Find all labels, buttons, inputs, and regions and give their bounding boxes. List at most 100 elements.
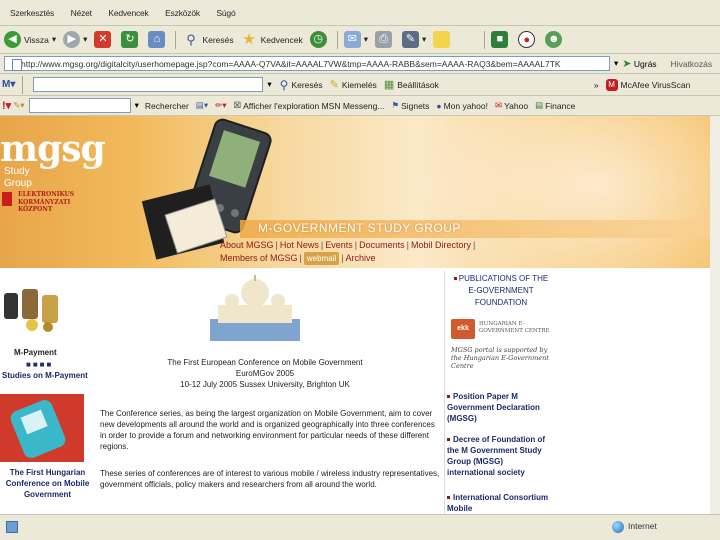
menu-edit[interactable]: Szerkesztés	[10, 8, 54, 18]
messenger-button[interactable]: ■	[491, 31, 511, 48]
mobile-payment-image[interactable]	[2, 287, 66, 333]
history-icon: ◷	[309, 31, 327, 48]
egov-support-note: MGSG portal is supported by the Hungaria…	[451, 346, 549, 370]
mail-button[interactable]: ✉ ▾	[343, 31, 368, 48]
discuss-button[interactable]	[433, 31, 453, 48]
back-button[interactable]: ◀ Vissza ▾	[4, 31, 56, 48]
first-hungarian-conference-link[interactable]: The First Hungarian Conference on Mobile…	[0, 467, 95, 500]
publications-heading[interactable]: PUBLICATIONS OF THE E-GOVERNMENT FOUNDAT…	[451, 273, 551, 309]
position-paper-item[interactable]: Position Paper M Government Declaration …	[447, 391, 551, 424]
menu-bar: Szerkesztés Nézet Kedvencek Eszközök Súg…	[0, 0, 720, 26]
print-button[interactable]: ⎙	[374, 31, 395, 48]
partner-logo-icon	[2, 192, 12, 206]
nav-link-hot-news[interactable]: Hot News	[280, 240, 319, 250]
conference-title[interactable]: The First European Conference on Mobile …	[150, 357, 380, 368]
fh-line2: Conference on Mobile	[5, 479, 90, 488]
back-label: Vissza	[24, 34, 49, 45]
pen-icon[interactable]: ✎▾	[13, 100, 24, 111]
conference-phone-image[interactable]	[0, 394, 84, 462]
decree-item[interactable]: Decree of Foundation of the M Government…	[447, 434, 551, 478]
nav-link-documents[interactable]: Documents	[359, 240, 405, 250]
favorites-button[interactable]: ★ Kedvencek	[241, 31, 303, 48]
mcafee-button[interactable]: M McAfee VirusScan	[605, 78, 691, 91]
menu-tools[interactable]: Eszközök	[165, 8, 200, 18]
search-icon: ⚲	[279, 77, 289, 92]
menu-view[interactable]: Nézet	[71, 8, 92, 18]
partner-line3: KÖZPONT	[18, 206, 53, 213]
stop-button[interactable]: ✕	[94, 31, 114, 48]
search-button[interactable]: ⚲ Keresés	[182, 31, 233, 48]
checkbox-icon: ☒	[233, 100, 242, 110]
finance-button[interactable]: ▤ Finance	[535, 100, 575, 111]
nav-divider: |	[299, 253, 302, 263]
address-dropdown-icon[interactable]: ▾	[614, 58, 618, 69]
bullet-icon	[453, 277, 457, 281]
status-bar: Internet	[0, 514, 720, 540]
home-button[interactable]: ⌂	[148, 31, 168, 48]
options-button[interactable]: ▦ Beállítások	[384, 78, 439, 91]
studies-m-payment-link[interactable]: Studies on M-Payment	[2, 371, 88, 380]
bookmarks-button[interactable]: ⚑ Signets	[391, 100, 429, 111]
nav-link-webmail[interactable]: webmail	[303, 252, 340, 265]
right-column: PUBLICATIONS OF THE E-GOVERNMENT FOUNDAT…	[444, 271, 554, 514]
users-icon: ☻	[545, 31, 563, 48]
history-button[interactable]: ◷	[309, 31, 330, 48]
media-button[interactable]: ●	[518, 31, 538, 48]
go-button[interactable]: ➤ Ugrás	[622, 57, 656, 70]
refresh-button[interactable]: ↻	[121, 31, 141, 48]
my-yahoo-label: Mon yahoo!	[443, 100, 488, 111]
yahoo-button[interactable]: ✉ Yahoo	[495, 100, 528, 111]
msn-search-button[interactable]: ⚲ Keresés	[280, 78, 323, 92]
yahoo-icon[interactable]: !▾	[2, 99, 11, 112]
fh-line3: Government	[23, 490, 72, 499]
layout-icon[interactable]: ▤▾	[196, 100, 208, 111]
my-yahoo-button[interactable]: ● Mon yahoo!	[436, 101, 488, 111]
search-icon: ⚲	[186, 32, 196, 47]
users-button[interactable]: ☻	[545, 31, 565, 48]
left-column: M-Payment ■■■■ Studies on M-Payment The …	[0, 271, 95, 514]
record-icon: ●	[518, 31, 536, 48]
nav-link-events[interactable]: Events	[325, 240, 353, 250]
rechercher-button[interactable]: Rechercher	[145, 101, 189, 111]
highlight-button[interactable]: ✎ Kiemelés	[330, 78, 377, 91]
links-label[interactable]: Hivatkozás	[671, 59, 713, 69]
bullet-icon	[447, 438, 450, 442]
site-logo[interactable]: mgsg	[0, 128, 106, 170]
search-dropdown-icon[interactable]: ▾	[135, 100, 139, 111]
m-payment-label[interactable]: M-Payment	[14, 348, 57, 357]
egov-centre-logo[interactable]: ekk	[451, 319, 475, 339]
nav-link-about[interactable]: About MGSG	[220, 240, 274, 250]
search-label: Keresés	[202, 34, 234, 45]
address-input[interactable]	[4, 56, 610, 71]
nav-link-members[interactable]: Members of MGSG	[220, 253, 298, 263]
mail-icon: ✉	[343, 31, 361, 48]
menu-favorites[interactable]: Kedvencek	[108, 8, 148, 18]
note-icon	[433, 31, 451, 48]
nav-link-mobil-directory[interactable]: Mobil Directory	[411, 240, 471, 250]
vertical-scrollbar[interactable]	[710, 116, 720, 514]
bookmark-icon: ⚑	[391, 100, 400, 110]
highlight-icon: ✎	[329, 79, 339, 91]
bullet-icon	[447, 496, 450, 500]
stop-icon: ✕	[94, 31, 112, 48]
messenger-item-label: Afficher l'exploration MSN Messeng...	[243, 100, 385, 111]
royal-pavilion-image[interactable]	[210, 271, 300, 341]
consortium-item[interactable]: International Consortium Mobile	[447, 492, 551, 514]
msn-search-input[interactable]	[33, 77, 264, 92]
favorites-label: Kedvencek	[260, 34, 303, 45]
nav-divider: |	[406, 240, 409, 250]
mcafee-label: McAfee VirusScan	[620, 79, 691, 90]
msn-logo-icon[interactable]: M▾	[2, 79, 15, 90]
options-label: Beállítások	[397, 79, 439, 90]
pencil-icon[interactable]: ✏▾	[215, 100, 226, 111]
address-bar: ▾ ➤ Ugrás Hivatkozás	[0, 54, 720, 74]
forward-button[interactable]: ▶ ▾	[63, 31, 87, 48]
edit-button[interactable]: ✎ ▾	[401, 31, 426, 48]
forward-arrow-icon: ▶	[63, 31, 81, 48]
menu-help[interactable]: Súgó	[216, 8, 235, 18]
messenger-item[interactable]: ☒ Afficher l'exploration MSN Messeng...	[234, 100, 385, 111]
nav-link-archive[interactable]: Archive	[346, 253, 376, 263]
msn-dropdown-icon[interactable]: ▾	[267, 79, 271, 90]
toolbar-search-input[interactable]	[28, 98, 131, 113]
more-chevron-icon[interactable]: »	[594, 80, 599, 90]
